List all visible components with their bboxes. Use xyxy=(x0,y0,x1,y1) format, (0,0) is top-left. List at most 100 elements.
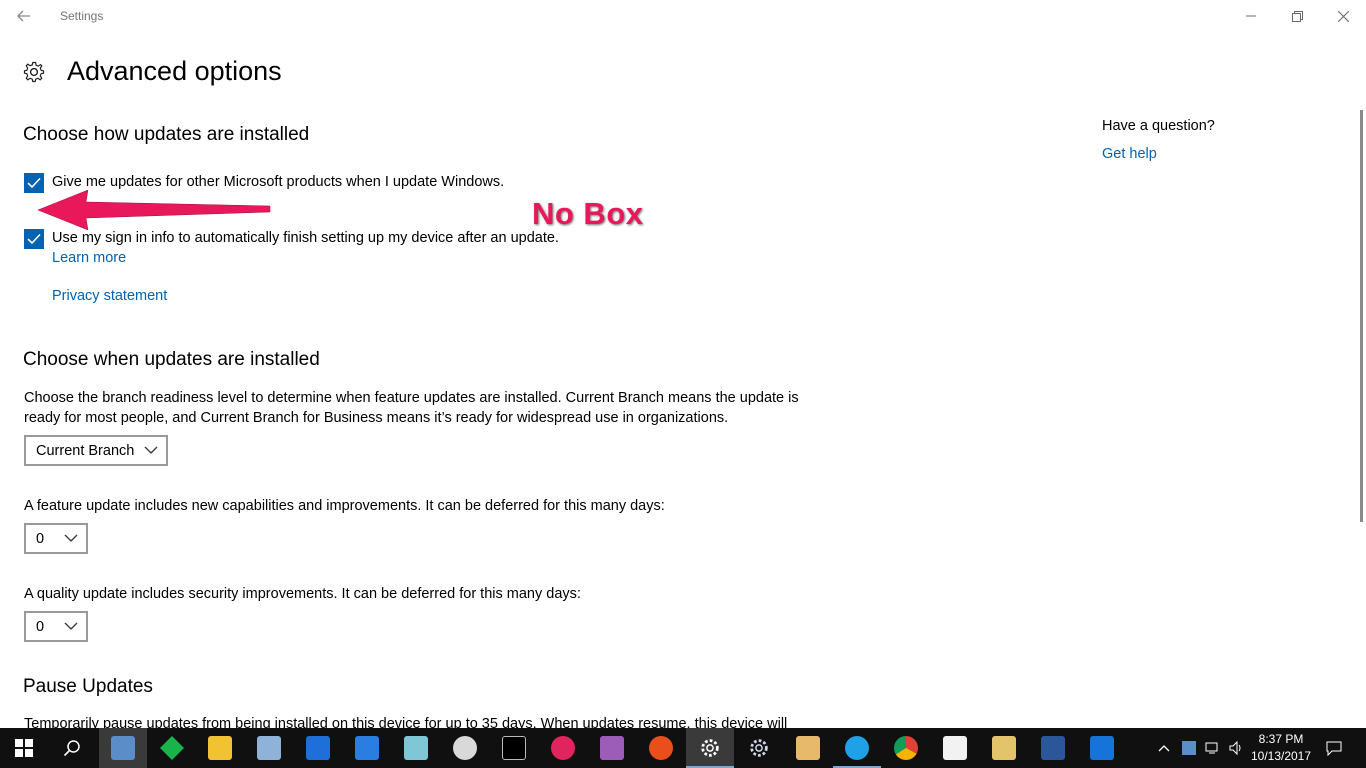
network-icon xyxy=(1205,742,1218,754)
control-panel-icon xyxy=(111,736,135,760)
taskbar-word[interactable] xyxy=(1029,728,1077,768)
taskbar-file-explorer[interactable] xyxy=(196,728,244,768)
notepad-icon xyxy=(404,736,428,760)
gear-icon xyxy=(23,61,45,83)
ccleaner-icon xyxy=(649,736,673,760)
quality-update-text: A quality update includes security impro… xyxy=(24,586,581,602)
learn-more-link[interactable]: Learn more xyxy=(52,250,126,266)
shield-icon xyxy=(306,736,330,760)
gear-icon xyxy=(750,739,768,757)
checkmark-icon xyxy=(27,177,41,189)
taskbar-defender[interactable] xyxy=(343,728,391,768)
taskbar-network-drive[interactable] xyxy=(245,728,293,768)
when-section-heading: Choose when updates are installed xyxy=(23,349,320,370)
action-center-button[interactable] xyxy=(1318,728,1350,768)
chevron-down-icon xyxy=(64,622,78,630)
taskbar-lips-app[interactable] xyxy=(539,728,587,768)
taskbar-archive[interactable] xyxy=(588,728,636,768)
install-section-heading: Choose how updates are installed xyxy=(23,124,310,145)
taskbar: 8:37 PM 10/13/2017 xyxy=(0,728,1366,768)
taskbar-tools[interactable] xyxy=(784,728,832,768)
restore-icon xyxy=(1291,10,1303,22)
annotation-arrow-icon xyxy=(37,190,271,231)
search-icon xyxy=(63,740,80,757)
taskbar-paint[interactable] xyxy=(441,728,489,768)
stack-icon xyxy=(160,736,184,760)
tray-app-icon xyxy=(1182,741,1196,755)
feature-defer-dropdown[interactable]: 0 xyxy=(24,523,88,554)
taskbar-command-prompt[interactable] xyxy=(490,728,538,768)
malwarebytes-icon xyxy=(1090,736,1114,760)
paint-icon xyxy=(453,736,477,760)
branch-description: Choose the branch readiness level to det… xyxy=(24,390,799,426)
help-question: Have a question? xyxy=(1102,118,1215,134)
word-icon xyxy=(1041,736,1065,760)
quality-defer-value: 0 xyxy=(36,618,45,635)
branch-readiness-dropdown[interactable]: Current Branch xyxy=(24,435,168,466)
other-products-label[interactable]: Give me updates for other Microsoft prod… xyxy=(52,174,504,190)
tools-icon xyxy=(796,736,820,760)
network-drive-icon xyxy=(257,736,281,760)
folder-icon xyxy=(992,736,1016,760)
privacy-statement-link[interactable]: Privacy statement xyxy=(52,288,167,304)
taskbar-shield[interactable] xyxy=(294,728,342,768)
pause-section-heading: Pause Updates xyxy=(23,676,153,697)
clock-date: 10/13/2017 xyxy=(1250,749,1312,763)
get-help-link[interactable]: Get help xyxy=(1102,146,1157,162)
search-button[interactable] xyxy=(48,728,96,768)
pause-description: Temporarily pause updates from being ins… xyxy=(24,716,788,728)
close-icon xyxy=(1337,10,1349,22)
start-button[interactable] xyxy=(0,728,48,768)
branch-readiness-value: Current Branch xyxy=(36,442,135,459)
back-button[interactable] xyxy=(8,4,40,28)
volume-button[interactable] xyxy=(1226,728,1248,768)
taskbar-malwarebytes[interactable] xyxy=(1078,728,1126,768)
taskbar-control-panel[interactable] xyxy=(99,728,147,768)
chevron-down-icon xyxy=(64,534,78,542)
taskbar-mail[interactable] xyxy=(931,728,979,768)
sign-in-info-checkbox[interactable] xyxy=(24,229,44,249)
network-button[interactable] xyxy=(1202,728,1224,768)
restore-button[interactable] xyxy=(1274,0,1320,32)
chrome-icon xyxy=(894,736,918,760)
chevron-up-icon xyxy=(1158,745,1170,752)
annotation-label: No Box xyxy=(532,196,644,231)
title-bar: Settings xyxy=(0,0,1366,32)
file-explorer-icon xyxy=(208,736,232,760)
tray-app-button[interactable] xyxy=(1178,728,1200,768)
notification-icon xyxy=(1326,741,1342,756)
taskbar-gear-app[interactable] xyxy=(735,728,783,768)
checkmark-icon xyxy=(27,233,41,245)
sign-in-info-label[interactable]: Use my sign in info to automatically fin… xyxy=(52,230,559,246)
feature-update-text: A feature update includes new capabiliti… xyxy=(24,498,665,514)
internet-explorer-icon xyxy=(845,736,869,760)
defender-icon xyxy=(355,736,379,760)
scrollbar[interactable] xyxy=(1360,110,1363,522)
feature-defer-value: 0 xyxy=(36,530,45,547)
clock[interactable]: 8:37 PM 10/13/2017 xyxy=(1250,731,1312,765)
show-hidden-icons-button[interactable] xyxy=(1152,728,1176,768)
window-title: Settings xyxy=(60,9,104,23)
chevron-down-icon xyxy=(144,446,158,454)
settings-icon xyxy=(701,739,719,757)
lips-icon xyxy=(551,736,575,760)
taskbar-stack-app[interactable] xyxy=(148,728,196,768)
page-title: Advanced options xyxy=(67,56,282,86)
minimize-icon xyxy=(1246,15,1256,17)
minimize-button[interactable] xyxy=(1228,0,1274,32)
taskbar-chrome[interactable] xyxy=(882,728,930,768)
taskbar-folder[interactable] xyxy=(980,728,1028,768)
clock-time: 8:37 PM xyxy=(1258,732,1304,746)
taskbar-ccleaner[interactable] xyxy=(637,728,685,768)
archive-icon xyxy=(600,736,624,760)
command-prompt-icon xyxy=(502,736,526,760)
back-arrow-icon xyxy=(17,10,30,22)
taskbar-internet-explorer[interactable] xyxy=(833,728,881,768)
mail-icon xyxy=(943,736,967,760)
close-button[interactable] xyxy=(1320,0,1366,32)
volume-icon xyxy=(1229,741,1241,755)
taskbar-notepad[interactable] xyxy=(392,728,440,768)
windows-logo-icon xyxy=(15,739,33,757)
quality-defer-dropdown[interactable]: 0 xyxy=(24,611,88,642)
taskbar-settings[interactable] xyxy=(686,728,734,768)
